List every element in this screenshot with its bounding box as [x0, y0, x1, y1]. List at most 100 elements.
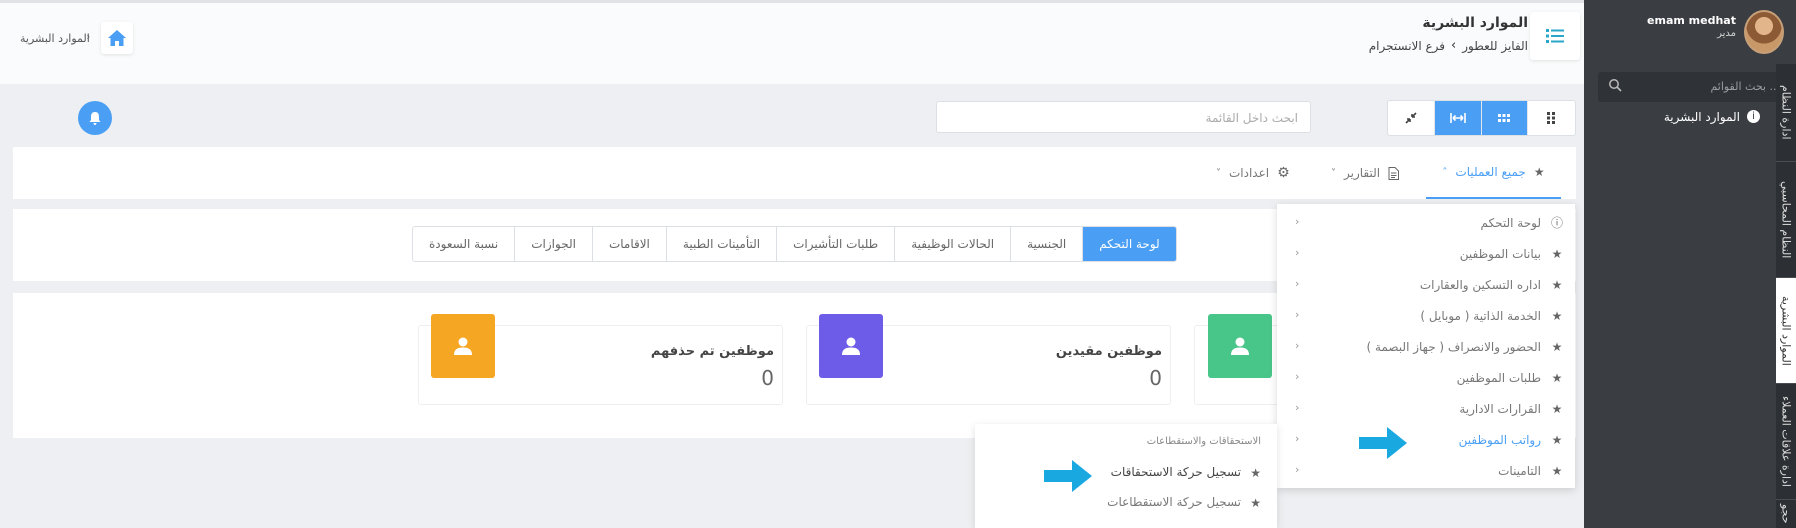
vtab-system-admin[interactable]: ادارة النظام: [1776, 64, 1796, 162]
star-icon: ★: [1551, 340, 1563, 354]
subtab-saudization[interactable]: نسبة السعودة: [413, 227, 514, 261]
subtab-medical-insurance[interactable]: التأمينات الطبية: [665, 227, 776, 261]
grid-icon: [1498, 113, 1511, 122]
search-icon: [1609, 79, 1622, 92]
chevron-right-icon: ›: [1295, 432, 1300, 445]
tab-reports[interactable]: ˅ التقارير: [1331, 147, 1400, 199]
tab-label: التقارير: [1344, 166, 1381, 180]
ops-item-employee-requests[interactable]: ★ طلبات الموظفين ›: [1277, 363, 1575, 394]
tab-settings[interactable]: ˅ اعدادات ⚙: [1216, 147, 1290, 199]
sidebar-search-placeholder: بحث القوائم ...: [1710, 80, 1780, 93]
chevron-left-icon: ‹: [1451, 38, 1457, 53]
user-icon: [1231, 337, 1249, 355]
user-role: مدير: [1717, 28, 1736, 39]
breadcrumb-branch[interactable]: فرع الانستجرام: [1369, 39, 1445, 53]
vtab-accounting[interactable]: النظام المحاسبي: [1776, 162, 1796, 278]
view-toggle-group: [1387, 100, 1576, 136]
subtabs-group: لوحة التحكم الجنسية الحالات الوظيفية طلب…: [412, 226, 1177, 262]
stat-title: موظفين تم حذفهم: [650, 344, 774, 359]
subtab-residencies[interactable]: الاقامات: [591, 227, 666, 261]
ops-item-dashboard[interactable]: ⓘ لوحة التحكم ›: [1277, 208, 1575, 239]
grid-small-icon: [1547, 112, 1556, 124]
tab-all-operations[interactable]: ˄ جميع العمليات ★: [1426, 147, 1561, 199]
subtab-visa-requests[interactable]: طلبات التأشيرات: [776, 227, 894, 261]
sidebar-item-hr[interactable]: الموارد البشرية i: [1584, 106, 1766, 138]
ops-item-employee-data[interactable]: ★ بيانات الموظفين ›: [1277, 239, 1575, 270]
chevron-down-icon: ˅: [1216, 167, 1221, 179]
stat-icon-box: [819, 314, 883, 378]
expand-width-icon: [1449, 113, 1466, 123]
chevron-down-icon: ˅: [1331, 167, 1336, 179]
stat-icon-box: [431, 314, 495, 378]
tab-label: جميع العمليات: [1455, 165, 1526, 179]
chevron-up-icon: ˄: [1442, 166, 1448, 178]
vertical-module-tabs: ادارة النظام النظام المحاسبي الموارد الب…: [1776, 64, 1796, 528]
ops-item-admin-decisions[interactable]: ★ القرارات الادارية ›: [1277, 394, 1575, 425]
star-icon: ★: [1551, 464, 1563, 478]
info-icon: i: [1747, 110, 1760, 123]
list-search-placeholder: ابحث داخل القائمة: [1205, 111, 1298, 125]
star-icon: ★: [1250, 496, 1261, 510]
chevron-right-icon: ›: [1295, 463, 1300, 476]
main-tab-bar: ˄ جميع العمليات ★ ˅ التقارير ˅ اعدادات ⚙: [13, 147, 1576, 199]
star-icon: ★: [1551, 247, 1563, 261]
ops-item-salaries[interactable]: ★ رواتب الموظفين ›: [1277, 425, 1575, 456]
user-icon: [454, 337, 472, 355]
submenu-item-entitlements[interactable]: ★ تسجيل حركة الاستحقاقات: [975, 458, 1277, 488]
home-icon: [108, 30, 126, 46]
compress-icon: [1405, 112, 1417, 124]
chevron-right-icon: ›: [1295, 401, 1300, 414]
subtab-dashboard[interactable]: لوحة التحكم: [1082, 227, 1176, 261]
chevron-right-icon: ›: [1295, 308, 1300, 321]
list-search-input[interactable]: ابحث داخل القائمة: [936, 101, 1311, 133]
user-panel: emam medhat مدير: [1584, 0, 1796, 64]
ops-item-insurance[interactable]: ★ التامينات ›: [1277, 456, 1575, 487]
breadcrumb-company[interactable]: الفايز للعطور: [1462, 39, 1528, 53]
tab-label: اعدادات: [1229, 166, 1270, 180]
breadcrumb: فرع الانستجرام ‹ الفايز للعطور: [1369, 38, 1528, 53]
subtab-passports[interactable]: الجوازات: [514, 227, 592, 261]
chevron-right-icon: ›: [1295, 277, 1300, 290]
star-icon: ★: [1551, 309, 1563, 323]
star-icon: ★: [1533, 165, 1545, 179]
home-button[interactable]: [101, 22, 133, 54]
star-icon: ★: [1250, 466, 1261, 480]
sidebar-item-label: الموارد البشرية: [1663, 110, 1740, 124]
page-title: الموارد البشرية: [1422, 15, 1528, 31]
submenu-item-deductions[interactable]: ★ تسجيل حركة الاستقطاعات: [975, 488, 1277, 518]
salaries-submenu: الاستحقاقات والاستقطاعات ★ تسجيل حركة ال…: [975, 424, 1277, 528]
vtab-crm[interactable]: ادارة علاقات العملاء: [1776, 384, 1796, 500]
left-breadcrumb[interactable]: الموارد البشرية: [20, 32, 90, 45]
stat-icon-box: [1208, 314, 1272, 378]
user-icon: [842, 337, 860, 355]
submenu-heading: الاستحقاقات والاستقطاعات: [1146, 436, 1261, 447]
vtab-hr[interactable]: الموارد البشرية: [1776, 278, 1796, 384]
subtab-job-statuses[interactable]: الحالات الوظيفية: [894, 227, 1010, 261]
list-icon: [1546, 29, 1564, 43]
chevron-right-icon: ›: [1295, 215, 1300, 228]
sidebar-search-input[interactable]: بحث القوائم ...: [1598, 72, 1792, 102]
avatar[interactable]: [1744, 10, 1784, 54]
operations-dropdown: ⓘ لوحة التحكم › ★ بيانات الموظفين › ★ اد…: [1277, 204, 1575, 488]
expand-width-button[interactable]: [1434, 101, 1482, 135]
small-grid-view-button[interactable]: [1528, 101, 1575, 135]
chevron-right-icon: ›: [1295, 246, 1300, 259]
stat-count: 0: [761, 366, 774, 390]
star-icon: ★: [1551, 433, 1563, 447]
chevron-right-icon: ›: [1295, 339, 1300, 352]
ops-item-housing[interactable]: ★ اداره التسكين والعقارات ›: [1277, 270, 1575, 301]
vtab-more[interactable]: حجو: [1776, 500, 1796, 528]
subtab-nationality[interactable]: الجنسية: [1010, 227, 1082, 261]
grid-view-button[interactable]: [1481, 101, 1529, 135]
menu-toggle-button[interactable]: [1530, 12, 1580, 60]
star-icon: ★: [1551, 278, 1563, 292]
compress-button[interactable]: [1388, 101, 1435, 135]
pointer-arrow-icon: [1359, 427, 1407, 459]
info-icon: ⓘ: [1551, 216, 1564, 230]
bell-icon: [89, 111, 101, 125]
ops-item-attendance[interactable]: ★ الحضور والانصراف ( جهاز البصمة ) ›: [1277, 332, 1575, 363]
document-icon: [1388, 166, 1400, 180]
notifications-button[interactable]: [78, 101, 112, 135]
pointer-arrow-icon: [1044, 460, 1092, 492]
ops-item-self-service[interactable]: ★ الخدمة الذاتية ( موبايل ) ›: [1277, 301, 1575, 332]
